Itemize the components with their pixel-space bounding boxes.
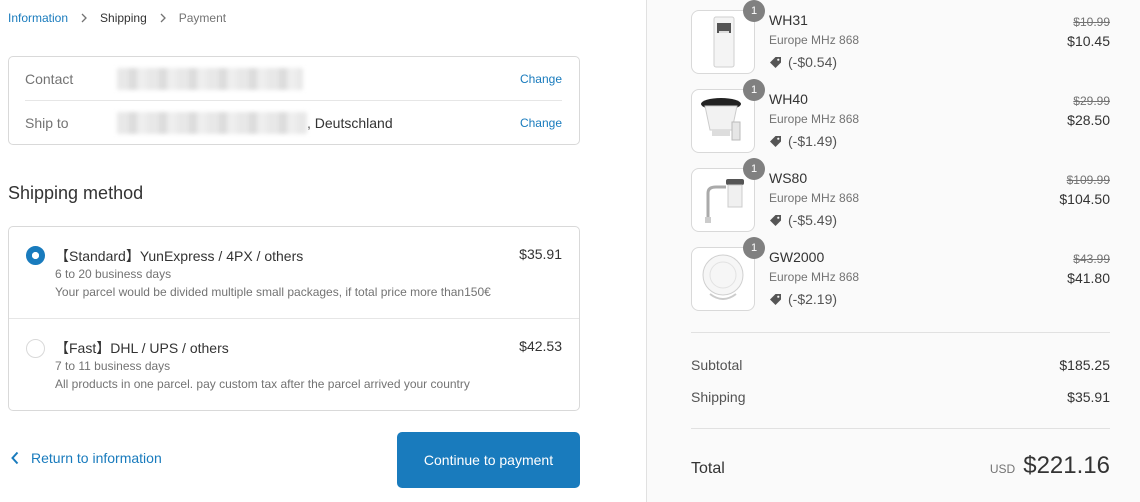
option-note: Your parcel would be divided multiple sm…: [55, 285, 491, 299]
redacted-contact: [117, 67, 303, 90]
product-name: WS80: [769, 170, 808, 186]
discount-tag-icon: [769, 214, 782, 227]
discount-amount: (-$2.19): [788, 291, 838, 307]
redacted-address: [117, 112, 307, 134]
product-discount: (-$5.49): [769, 212, 837, 228]
discount-amount: (-$0.54): [788, 54, 838, 70]
option-title: 【Standard】YunExpress / 4PX / others: [55, 248, 304, 264]
discount-tag-icon: [769, 56, 782, 69]
order-summary-sidebar: 1 WH31 Europe MHz 868 (-$0.54) $10.99 $1…: [646, 0, 1140, 502]
shipping-option-standard[interactable]: 【Standard】YunExpress / 4PX / others $35.…: [9, 227, 579, 319]
subtotal-row: Subtotal $185.25: [691, 357, 1110, 373]
product-price: $28.50: [1067, 112, 1110, 128]
discount-tag-icon: [769, 135, 782, 148]
shipping-option-fast[interactable]: 【Fast】DHL / UPS / others $42.53 7 to 11 …: [9, 319, 579, 411]
shipto-value: , Deutschland: [117, 112, 520, 134]
change-contact-link[interactable]: Change: [520, 72, 562, 86]
shipping-label: Shipping: [691, 389, 746, 405]
original-price: $10.99: [1073, 15, 1110, 29]
contact-value: [117, 67, 520, 90]
product-variant: Europe MHz 868: [769, 270, 860, 284]
subtotal-label: Subtotal: [691, 357, 743, 373]
discount-amount: (-$1.49): [788, 133, 838, 149]
product-discount: (-$0.54): [769, 54, 837, 70]
product-variant: Europe MHz 868: [769, 191, 860, 205]
review-row-shipto: Ship to , Deutschland Change: [25, 101, 562, 145]
review-row-contact: Contact Change: [25, 57, 562, 101]
breadcrumb: Information Shipping Payment: [8, 11, 226, 25]
radio-selected[interactable]: [26, 246, 45, 265]
product-line: 1 WS80 Europe MHz 868 (-$5.49) $109.99 $…: [691, 158, 1110, 234]
total-value: $221.16: [1023, 452, 1110, 479]
currency-code: USD: [989, 462, 1016, 476]
rain-gauge-image: [701, 98, 741, 141]
product-discount: (-$1.49): [769, 133, 837, 149]
product-name: WH40: [769, 91, 808, 107]
product-thumbnail: 1: [691, 0, 765, 74]
subtotal-value: $185.25: [1059, 357, 1110, 373]
total-amount-group: USD $221.16: [990, 452, 1110, 480]
discount-tag-icon: [769, 293, 782, 306]
product-variant: Europe MHz 868: [769, 33, 860, 47]
original-price: $109.99: [1066, 173, 1110, 187]
return-to-information-link[interactable]: Return to information: [10, 450, 162, 466]
main-content: Information Shipping Payment Contact Cha…: [0, 0, 646, 502]
product-name: WH31: [769, 12, 808, 28]
divider: [691, 428, 1110, 429]
gateway-image: [702, 254, 744, 300]
discount-amount: (-$5.49): [788, 212, 838, 228]
weather-station-image: [705, 179, 744, 223]
shipto-country: , Deutschland: [307, 115, 393, 131]
product-line: 1 GW2000 Europe MHz 868 (-$2.19) $43.99 …: [691, 237, 1110, 313]
product-discount: (-$2.19): [769, 291, 837, 307]
divider: [691, 332, 1110, 333]
shipping-methods: 【Standard】YunExpress / 4PX / others $35.…: [8, 226, 580, 411]
quantity-badge: 1: [743, 0, 765, 22]
original-price: $29.99: [1073, 94, 1110, 108]
sensor-image: [713, 16, 735, 68]
option-note: All products in one parcel. pay custom t…: [55, 377, 470, 391]
option-price: $35.91: [519, 246, 562, 262]
product-price: $104.50: [1059, 191, 1110, 207]
total-row: Total USD $221.16: [691, 452, 1110, 480]
change-shipto-link[interactable]: Change: [520, 116, 562, 130]
quantity-badge: 1: [743, 158, 765, 180]
breadcrumb-shipping: Shipping: [100, 11, 147, 25]
product-line: 1 WH31 Europe MHz 868 (-$0.54) $10.99 $1…: [691, 0, 1110, 76]
product-thumbnail: 1: [691, 158, 765, 232]
review-block: Contact Change Ship to , Deutschland Cha…: [8, 56, 580, 145]
chevron-right-icon: [158, 13, 168, 23]
option-price: $42.53: [519, 338, 562, 354]
shipto-label: Ship to: [25, 115, 69, 131]
return-label: Return to information: [31, 450, 162, 466]
option-title: 【Fast】DHL / UPS / others: [55, 340, 229, 356]
quantity-badge: 1: [743, 237, 765, 259]
product-thumbnail: 1: [691, 79, 765, 153]
product-name: GW2000: [769, 249, 825, 265]
contact-label: Contact: [25, 70, 74, 87]
chevron-left-icon: [10, 451, 20, 465]
chevron-right-icon: [79, 13, 89, 23]
product-price: $10.45: [1067, 33, 1110, 49]
original-price: $43.99: [1073, 252, 1110, 266]
shipping-row: Shipping $35.91: [691, 389, 1110, 405]
option-days: 6 to 20 business days: [55, 267, 172, 281]
option-days: 7 to 11 business days: [55, 359, 171, 373]
section-title: Shipping method: [8, 183, 144, 203]
breadcrumb-payment: Payment: [178, 11, 227, 25]
quantity-badge: 1: [743, 79, 765, 101]
continue-to-payment-button[interactable]: Continue to payment: [397, 432, 580, 488]
product-line: 1 WH40 Europe MHz 868 (-$1.49) $29.99 $2…: [691, 79, 1110, 155]
total-label: Total: [691, 460, 725, 477]
shipping-value: $35.91: [1067, 389, 1110, 405]
breadcrumb-information[interactable]: Information: [8, 11, 68, 25]
product-variant: Europe MHz 868: [769, 112, 860, 126]
radio-unselected[interactable]: [26, 339, 45, 358]
product-price: $41.80: [1067, 270, 1110, 286]
product-thumbnail: 1: [691, 237, 765, 311]
